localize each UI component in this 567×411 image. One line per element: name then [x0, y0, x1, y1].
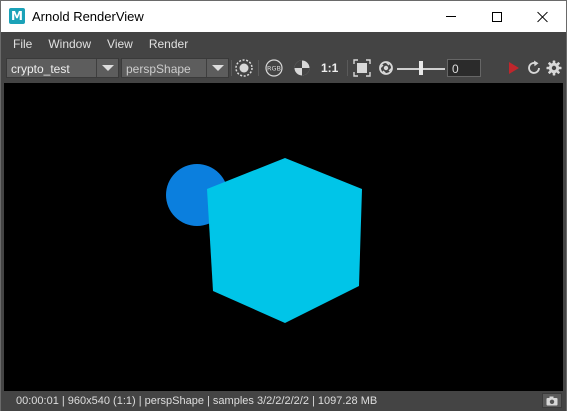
maximize-icon: [492, 11, 502, 22]
alpha-icon[interactable]: [291, 58, 313, 78]
rgb-channel-icon[interactable]: RGB: [263, 58, 285, 78]
menu-bar: File Window View Render: [1, 32, 566, 56]
rgb-label: RGB: [267, 65, 281, 73]
rendered-cube: [207, 158, 362, 323]
camera-icon: [546, 396, 558, 405]
title-bar[interactable]: M Arnold RenderView: [1, 1, 566, 32]
maya-app-icon: M: [9, 8, 25, 24]
render-image: [166, 158, 362, 323]
settings-gear-icon[interactable]: [545, 58, 563, 78]
chevron-down-icon[interactable]: [96, 59, 118, 77]
render-play-icon[interactable]: [505, 58, 523, 78]
toolbar-divider: [347, 60, 348, 76]
shape-select-value: perspShape: [126, 62, 191, 76]
chevron-down-icon[interactable]: [206, 59, 228, 77]
menu-render[interactable]: Render: [141, 32, 196, 56]
render-status-text: 00:00:01 | 960x540 (1:1) | perspShape | …: [16, 395, 378, 407]
close-icon: [537, 11, 549, 23]
menu-view[interactable]: View: [99, 32, 141, 56]
toolbar-divider: [231, 60, 232, 76]
camera-select-value: crypto_test: [11, 62, 70, 76]
aov-circle-icon[interactable]: [233, 58, 255, 78]
exposure-slider-handle[interactable]: [419, 61, 423, 75]
crop-region-icon[interactable]: [351, 58, 373, 78]
menu-window[interactable]: Window: [40, 32, 99, 56]
status-bar: 00:00:01 | 960x540 (1:1) | perspShape | …: [1, 391, 566, 411]
window-title: Arnold RenderView: [32, 9, 144, 24]
minimize-button[interactable]: [428, 1, 474, 32]
minimize-icon: [446, 16, 456, 17]
shape-select[interactable]: perspShape: [121, 58, 229, 78]
exposure-value: 0: [452, 62, 459, 76]
menu-file[interactable]: File: [5, 32, 40, 56]
exposure-icon[interactable]: [376, 58, 396, 78]
toolbar: crypto_test perspShape RGB 1:1 0: [1, 56, 566, 82]
render-viewport[interactable]: [4, 83, 563, 391]
exposure-input[interactable]: 0: [447, 59, 481, 77]
snapshot-button[interactable]: [542, 393, 562, 408]
toolbar-divider: [258, 60, 259, 76]
zoom-ratio-label[interactable]: 1:1: [321, 61, 338, 75]
close-button[interactable]: [520, 1, 566, 32]
refresh-icon[interactable]: [525, 58, 543, 78]
arnold-renderview-window: M Arnold RenderView File Window View Ren…: [0, 0, 567, 411]
maximize-button[interactable]: [474, 1, 520, 32]
camera-select[interactable]: crypto_test: [6, 58, 119, 78]
